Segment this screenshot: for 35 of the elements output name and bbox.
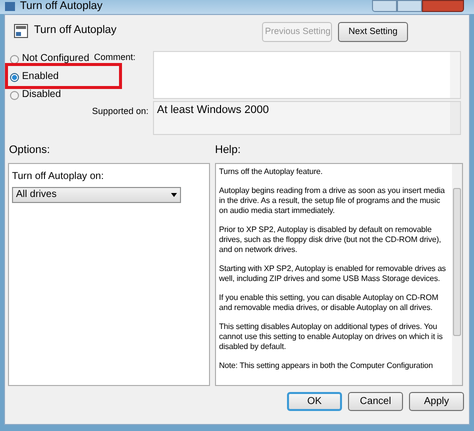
comment-label: Comment:	[94, 51, 137, 64]
maximize-button[interactable]	[397, 0, 422, 12]
policy-icon	[14, 24, 28, 38]
option-label: Turn off Autoplay on:	[12, 171, 105, 183]
close-button[interactable]	[422, 0, 464, 12]
policy-title: Turn off Autoplay	[34, 23, 117, 37]
setting-nav-button[interactable]: Next Setting	[338, 22, 408, 42]
app-icon	[4, 1, 16, 11]
dialog-button[interactable]: OK	[287, 392, 342, 411]
dialog-button[interactable]: Apply	[409, 392, 464, 411]
help-paragraph: Prior to XP SP2, Autoplay is disabled by default on removable drives, such as the floppy disk drive (but not the CD-ROM drive), and on network drives.	[219, 225, 442, 255]
dropdown-arrow-icon	[171, 193, 177, 197]
window-title: Turn off Autoplay	[20, 0, 103, 12]
help-paragraph: This setting disables Autoplay on additional types of drives. You cannot use this setting to enable Autoplay on drives on which it is disabled by default.	[219, 322, 444, 352]
supported-on-value: At least Windows 2000	[156, 103, 270, 118]
supported-on-label: Supported on:	[92, 105, 150, 118]
help-paragraph: Turns off the Autoplay feature.	[219, 167, 324, 177]
minimize-button[interactable]	[372, 0, 397, 12]
help-label: Help:	[215, 144, 241, 158]
radio-label[interactable]: Not Configured	[22, 53, 90, 65]
scrollbar-thumb[interactable]	[453, 188, 461, 336]
comment-field[interactable]	[153, 51, 461, 99]
dialog-button[interactable]: Cancel	[348, 392, 403, 411]
radio-button[interactable]	[10, 90, 19, 100]
radio-button[interactable]	[10, 54, 19, 64]
scrollbar	[450, 52, 460, 98]
radio-button[interactable]	[10, 72, 19, 82]
radio-label[interactable]: Disabled	[22, 89, 61, 101]
options-label: Options:	[8, 144, 51, 158]
help-paragraph: Note: This setting appears in both the Computer Configuration	[219, 361, 434, 371]
drive-dropdown[interactable]: All drives	[12, 187, 181, 203]
radio-label[interactable]: Enabled	[22, 71, 59, 83]
help-paragraph: Starting with XP SP2, Autoplay is enabled for removable drives as well, including ZIP drives and some USB Mass Storage devices.	[219, 264, 447, 284]
help-paragraph: If you enable this setting, you can disable Autoplay on CD-ROM and removable media drives, or disable Autoplay on all drives.	[219, 293, 440, 313]
help-paragraph: Autoplay begins reading from a drive as soon as you insert media in the drive. As a result, the setup file of programs and the music on audio media start immediately.	[219, 186, 446, 216]
